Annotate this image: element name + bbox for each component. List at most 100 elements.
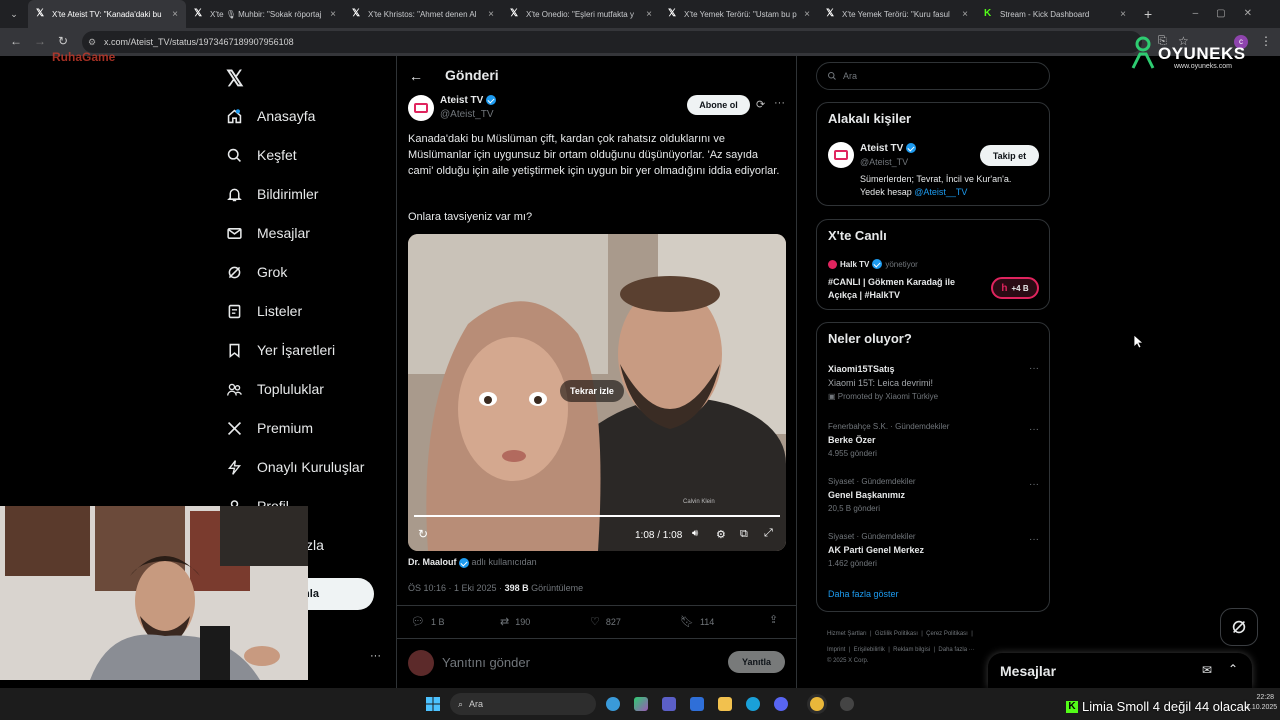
live-listeners-badge[interactable]: h +4 B [991,277,1039,299]
store-icon[interactable] [690,697,704,711]
search-box[interactable]: Ara [816,62,1050,90]
share-icon[interactable]: ⇪ [769,613,778,626]
edge-icon[interactable] [746,697,760,711]
trend-item[interactable]: Xiaomi15TSatış Xiaomi 15T: Leica devrimi… [828,364,938,401]
browser-tab[interactable]: 𝕏 X'te 🎙 Muhbir: "Sokak röportaj × [186,0,344,28]
repost-action[interactable]: ⇄ 190 [500,615,530,628]
nav-item-explore[interactable]: Keşfet [226,140,297,170]
nav-item-communities[interactable]: Topluluklar [226,374,324,404]
file-explorer-icon[interactable] [718,697,732,711]
nav-item-premium[interactable]: Premium [226,413,313,443]
live-host-row[interactable]: Halk TV yönetiyor [828,259,918,269]
teams-icon[interactable] [662,697,676,711]
person-handle[interactable]: @Ateist_TV [860,157,908,167]
follow-button[interactable]: Takip et [980,145,1039,166]
author-handle[interactable]: @Ateist_TV [440,109,494,120]
bio-link[interactable]: @Ateist__TV [914,187,967,197]
bookmark-action[interactable]: 🔖︎ 114 [680,615,714,628]
replay-icon[interactable]: ↻ [418,527,428,541]
author-avatar[interactable] [408,95,434,121]
chrome-icon[interactable] [810,697,824,711]
trend-more-icon[interactable]: ··· [1029,479,1039,490]
window-controls[interactable]: –▢✕ [1193,8,1270,19]
reload-icon[interactable]: ↻ [58,34,68,48]
nav-item-lists[interactable]: Listeler [226,296,302,326]
trend-item[interactable]: Siyaset · Gündemdekiler Genel Başkanımız… [828,477,916,513]
footer-link[interactable]: Imprint [827,647,845,653]
browser-tab[interactable]: K Stream - Kick Dashboard × [976,0,1134,28]
grok-explain-icon[interactable]: ⟳ [756,98,765,111]
tab-close-icon[interactable]: × [330,9,336,20]
app-icon[interactable] [840,697,854,711]
trend-more-icon[interactable]: ··· [1029,534,1039,545]
reply-input[interactable]: Yanıtını gönder [442,655,530,670]
post-more-icon[interactable]: ··· [774,97,785,109]
person-avatar[interactable] [828,142,854,168]
grok-floating-button[interactable] [1220,608,1258,646]
tab-close-icon[interactable]: × [646,9,652,20]
copilot-icon[interactable] [634,697,648,711]
trend-item[interactable]: Fenerbahçe S.K. · Gündemdekiler Berke Öz… [828,422,949,458]
start-button[interactable] [426,697,440,711]
url-bar[interactable]: x.com/Ateist_TV/status/19734671899079561… [82,31,1142,53]
task-view-icon[interactable] [606,697,620,711]
taskbar-search[interactable]: ⌕ Ara [450,693,596,715]
browser-tab[interactable]: 𝕏 X'te Yemek Terörü: "Ustam bu p × [660,0,818,28]
account-more-icon[interactable]: ··· [370,650,381,662]
forward-icon[interactable]: → [34,34,46,48]
tab-close-icon[interactable]: × [1120,9,1126,20]
discord-icon[interactable] [774,697,788,711]
tab-close-icon[interactable]: × [172,9,178,20]
pip-icon[interactable]: ⧉ [740,528,748,541]
nav-item-bookmarks[interactable]: Yer İşaretleri [226,335,335,365]
nav-item-notifications[interactable]: Bildirimler [226,179,318,209]
settings-icon[interactable]: ⚙ [716,528,726,541]
tab-close-icon[interactable]: × [488,9,494,20]
fullscreen-icon[interactable]: ⤢ [764,527,773,540]
author-name-row[interactable]: Ateist TV [440,95,497,106]
reply-submit-button[interactable]: Yanıtla [728,651,785,673]
video-source-row[interactable]: Dr. Maalouf adlı kullanıcıdan [408,557,537,568]
new-tab-button[interactable]: + [1134,6,1152,22]
browser-tab[interactable]: 𝕏 X'te Yemek Terörü: "Kuru fasul × [818,0,976,28]
trend-item[interactable]: Siyaset · Gündemdekiler AK Parti Genel M… [828,532,924,568]
tab-search-icon[interactable]: ⌄ [0,0,28,28]
footer-link[interactable]: Gizlilik Politikası [875,631,918,637]
trend-more-icon[interactable]: ··· [1029,424,1039,435]
tab-close-icon[interactable]: × [962,9,968,20]
video-player[interactable]: Tekrar izle Calvin Klein ↻ 1:08 / 1:08 🔊… [408,234,786,551]
subscribe-button[interactable]: Abone ol [687,95,750,115]
footer-link[interactable]: Erişilebilirlik [854,647,885,653]
footer-link[interactable]: Daha fazla ··· [938,647,974,653]
x-logo-icon[interactable]: 𝕏 [226,66,244,92]
like-action[interactable]: ♡ 827 [590,615,621,628]
live-title[interactable]: #CANLI | Gökmen Karadağ ile Açıkça | #Ha… [828,276,978,302]
new-message-icon[interactable]: ✉ [1202,663,1212,677]
person-name-row[interactable]: Ateist TV [860,143,917,154]
nav-item-label: Listeler [257,303,303,319]
footer-link[interactable]: Çerez Politikası [926,631,968,637]
footer-link[interactable]: Hizmet Şartları [827,631,867,637]
back-icon[interactable]: ← [10,34,22,48]
browser-tab[interactable]: 𝕏 X'te Onedio: "Eşleri mutfakta y × [502,0,660,28]
nav-item-label: Onaylı Kuruluşlar [257,459,365,475]
messages-drawer[interactable]: Mesajlar ✉ ⌃ [988,653,1252,688]
nav-item-home[interactable]: Anasayfa [226,101,315,131]
system-clock[interactable]: 22:28 1.10.2025 [1246,693,1277,713]
browser-tab[interactable]: 𝕏 X'te Ateist TV: "Kanada'daki bu × [28,0,186,28]
nav-item-grok[interactable]: Grok [226,257,287,287]
reply-action[interactable]: 💬︎ 1 B [411,615,444,628]
tab-close-icon[interactable]: × [804,9,810,20]
nav-item-messages[interactable]: Mesajlar [226,218,310,248]
nav-item-verified-orgs[interactable]: Onaylı Kuruluşlar [226,452,364,482]
expand-icon[interactable]: ⌃ [1228,662,1238,676]
trend-more-icon[interactable]: ··· [1029,363,1039,374]
site-info-icon[interactable]: ⚙ [88,37,96,48]
video-progress-track[interactable] [414,515,780,517]
replay-overlay-button[interactable]: Tekrar izle [560,380,624,402]
volume-icon[interactable]: 🔊︎ [692,528,698,539]
footer-link[interactable]: Reklam bilgisi [893,647,930,653]
back-arrow-icon[interactable]: ← [409,68,423,84]
browser-tab[interactable]: 𝕏 X'te Khristos: "Ahmet denen Al × [344,0,502,28]
show-more-link[interactable]: Daha fazla göster [828,589,899,599]
